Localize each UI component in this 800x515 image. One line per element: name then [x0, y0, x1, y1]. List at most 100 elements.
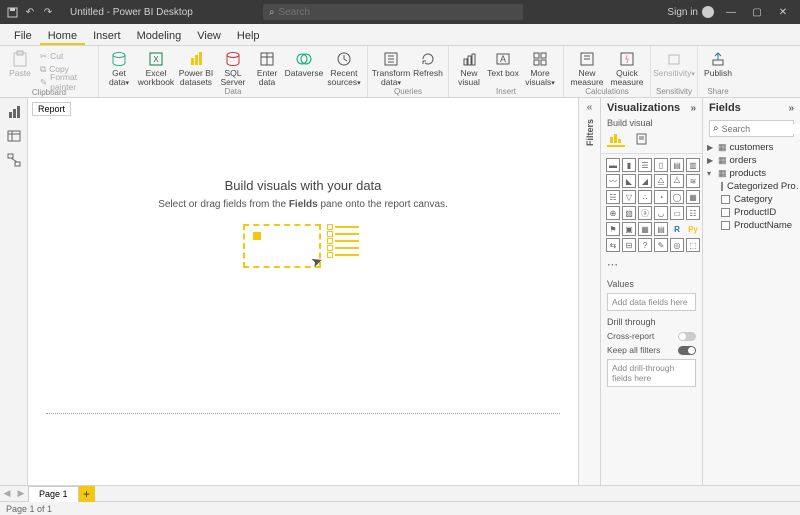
- viz-line-clustered[interactable]: ⧊: [670, 174, 684, 188]
- viz-stacked-bar[interactable]: ▬: [606, 158, 620, 172]
- viz-key-influencers[interactable]: ⇆: [606, 238, 620, 252]
- viz-slicer[interactable]: ▣: [622, 222, 636, 236]
- filters-pane-collapsed[interactable]: « Filters: [578, 98, 600, 485]
- expand-filters-icon[interactable]: «: [587, 102, 593, 113]
- filters-label: Filters: [585, 119, 595, 146]
- undo-icon[interactable]: ↶: [24, 6, 36, 18]
- menu-insert[interactable]: Insert: [85, 27, 129, 45]
- viz-table[interactable]: ▦: [638, 222, 652, 236]
- more-visuals-button[interactable]: More visuals▾: [521, 48, 559, 87]
- transform-data-button[interactable]: Transform data▾: [372, 48, 410, 87]
- viz-area[interactable]: ◣: [622, 174, 636, 188]
- menu-modeling[interactable]: Modeling: [129, 27, 190, 45]
- viz-stacked-area[interactable]: ◢: [638, 174, 652, 188]
- viz-funnel[interactable]: ▽: [622, 190, 636, 204]
- sensitivity-button[interactable]: Sensitivity▾: [655, 48, 693, 87]
- menu-view[interactable]: View: [189, 27, 229, 45]
- viz-scatter[interactable]: ∴: [638, 190, 652, 204]
- field-categorized[interactable]: Categorized Pro…: [719, 180, 798, 193]
- keep-filters-toggle[interactable]: [678, 346, 696, 355]
- viz-azure-map[interactable]: ⓐ: [638, 206, 652, 220]
- menu-home[interactable]: Home: [40, 27, 85, 45]
- format-visual-tab[interactable]: [633, 131, 651, 147]
- viz-multi-card[interactable]: ☷: [686, 206, 700, 220]
- viz-map[interactable]: ⊕: [606, 206, 620, 220]
- add-page-button[interactable]: +: [79, 486, 95, 502]
- viz-python[interactable]: Py: [686, 222, 700, 236]
- redo-icon[interactable]: ↷: [42, 6, 54, 18]
- viz-goals[interactable]: ◎: [670, 238, 684, 252]
- viz-line-stacked[interactable]: ⧋: [654, 174, 668, 188]
- report-view-icon[interactable]: [6, 104, 22, 120]
- powerbi-datasets-button[interactable]: Power BI datasets: [177, 48, 215, 87]
- drillthrough-well[interactable]: Add drill-through fields here: [607, 359, 696, 387]
- viz-line[interactable]: 〰: [606, 174, 620, 188]
- global-search[interactable]: ⌕: [263, 4, 523, 20]
- global-search-input[interactable]: [278, 7, 516, 18]
- viz-clustered-column[interactable]: ▯: [654, 158, 668, 172]
- table-customers[interactable]: ▶▦customers: [705, 141, 798, 154]
- viz-treemap[interactable]: ▦: [686, 190, 700, 204]
- fields-search[interactable]: ⌕: [709, 120, 794, 137]
- menu-help[interactable]: Help: [229, 27, 268, 45]
- model-view-icon[interactable]: [6, 152, 22, 168]
- viz-clustered-bar[interactable]: ☰: [638, 158, 652, 172]
- text-box-button[interactable]: AText box: [487, 48, 519, 87]
- refresh-button[interactable]: Refresh: [412, 48, 444, 87]
- close-button[interactable]: ✕: [774, 7, 792, 18]
- new-measure-button[interactable]: New measure: [568, 48, 606, 87]
- viz-paginated[interactable]: ⬚: [686, 238, 700, 252]
- minimize-button[interactable]: —: [722, 7, 740, 18]
- viz-qa[interactable]: ?: [638, 238, 652, 252]
- format-painter-button[interactable]: ✎ Format painter: [40, 76, 92, 88]
- values-well[interactable]: Add data fields here: [607, 293, 696, 311]
- viz-r[interactable]: R: [670, 222, 684, 236]
- viz-card[interactable]: ▭: [670, 206, 684, 220]
- viz-waterfall[interactable]: ☵: [606, 190, 620, 204]
- viz-stacked-column[interactable]: ▮: [622, 158, 636, 172]
- field-productname[interactable]: ProductName: [719, 219, 798, 232]
- enter-data-button[interactable]: Enter data: [251, 48, 283, 87]
- viz-kpi[interactable]: ⚑: [606, 222, 620, 236]
- viz-more-row[interactable]: ⋯: [601, 256, 702, 275]
- viz-pie[interactable]: ◔: [654, 190, 668, 204]
- viz-filled-map[interactable]: ▧: [622, 206, 636, 220]
- collapse-fields-icon[interactable]: »: [788, 103, 794, 114]
- save-icon[interactable]: [6, 6, 18, 18]
- viz-100-bar[interactable]: ▤: [670, 158, 684, 172]
- viz-narrative[interactable]: ✎: [654, 238, 668, 252]
- viz-matrix[interactable]: ▤: [654, 222, 668, 236]
- publish-button[interactable]: Publish: [702, 48, 734, 87]
- excel-workbook-button[interactable]: XExcel workbook: [137, 48, 175, 87]
- field-productid[interactable]: ProductID: [719, 206, 798, 219]
- cross-report-toggle[interactable]: [678, 332, 696, 341]
- viz-gauge[interactable]: ◡: [654, 206, 668, 220]
- table-products[interactable]: ▾▦products: [705, 167, 798, 180]
- collapse-viz-icon[interactable]: »: [690, 103, 696, 114]
- recent-sources-button[interactable]: Recent sources▾: [325, 48, 363, 87]
- page-tab-1[interactable]: Page 1: [28, 486, 79, 502]
- page-prev[interactable]: ◀: [0, 488, 14, 499]
- quick-measure-button[interactable]: Quick measure: [608, 48, 646, 87]
- viz-decomposition[interactable]: ⊟: [622, 238, 636, 252]
- viz-donut[interactable]: ◯: [670, 190, 684, 204]
- build-visual-tab[interactable]: [607, 131, 625, 147]
- table-orders[interactable]: ▶▦orders: [705, 154, 798, 167]
- status-bar: Page 1 of 1: [0, 501, 800, 515]
- data-view-icon[interactable]: [6, 128, 22, 144]
- maximize-button[interactable]: ▢: [748, 7, 766, 18]
- dataverse-button[interactable]: Dataverse: [285, 48, 323, 87]
- viz-100-column[interactable]: ▥: [686, 158, 700, 172]
- fields-search-input[interactable]: [722, 124, 800, 134]
- menu-file[interactable]: File: [6, 27, 40, 45]
- get-data-button[interactable]: Get data▾: [103, 48, 135, 87]
- cut-button[interactable]: ✂ Cut: [40, 50, 92, 62]
- report-canvas[interactable]: Report Build visuals with your data Sele…: [28, 98, 578, 485]
- sign-in-button[interactable]: Sign in: [667, 6, 714, 18]
- sql-server-button[interactable]: SQL Server: [217, 48, 249, 87]
- field-category[interactable]: Category: [719, 193, 798, 206]
- new-visual-button[interactable]: New visual: [453, 48, 485, 87]
- viz-ribbon[interactable]: ≋: [686, 174, 700, 188]
- page-next[interactable]: ▶: [14, 488, 28, 499]
- paste-button[interactable]: Paste: [4, 48, 36, 88]
